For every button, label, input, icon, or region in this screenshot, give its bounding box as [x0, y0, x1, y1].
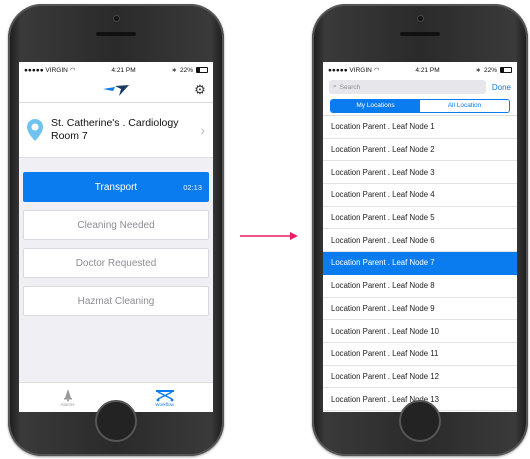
- battery-percent: 22%: [179, 66, 193, 74]
- list-item[interactable]: Location Parent . Leaf Node 11: [323, 343, 517, 366]
- list-item[interactable]: Location Parent . Leaf Node 5: [323, 207, 517, 230]
- phone-left: ●●●●● VIRGIN ◠ 4:21 PM ∗ 22% ⚙ St. Cathe…: [8, 4, 224, 456]
- location-pin-icon: [27, 119, 43, 141]
- location-list: Location Parent . Leaf Node 1 Location Pa…: [323, 116, 517, 411]
- battery-icon: [500, 67, 512, 73]
- wifi-icon: ◠: [69, 67, 76, 74]
- time-label: 4:21 PM: [111, 66, 136, 74]
- nav-bar: ⚙: [19, 78, 213, 102]
- battery-percent: 22%: [483, 66, 497, 74]
- segment-control-wrap: My Locations All Location: [323, 96, 517, 116]
- search-row: ⌕ Search Done: [323, 78, 517, 96]
- tab-label: Workflow: [155, 402, 174, 407]
- bluetooth-icon: ∗: [171, 67, 177, 74]
- list-item[interactable]: Location Parent . Leaf Node 9: [323, 298, 517, 321]
- phone-right: ●●●●● VIRGIN ◠ 4:21 PM ∗ 22% ⌕ Search Do…: [312, 4, 528, 456]
- transition-arrow-icon: [240, 232, 298, 240]
- time-label: 4:21 PM: [415, 66, 440, 74]
- settings-gear-icon[interactable]: ⚙: [193, 83, 207, 97]
- bluetooth-icon: ∗: [475, 67, 481, 74]
- task-label: Cleaning Needed: [77, 219, 155, 231]
- list-item[interactable]: Location Parent . Leaf Node 3: [323, 161, 517, 185]
- list-item[interactable]: Location Parent . Leaf Node 1: [323, 116, 517, 139]
- app-logo-icon: [103, 85, 129, 96]
- stretcher-icon: [155, 390, 174, 402]
- segment-my-locations[interactable]: My Locations: [331, 99, 420, 112]
- task-list: Transport 02:13 Cleaning Needed Doctor R…: [19, 158, 213, 316]
- status-bar: ●●●●● VIRGIN ◠ 4:21 PM ∗ 22%: [323, 62, 517, 78]
- list-item[interactable]: Location Parent . Leaf Node 2: [323, 139, 517, 162]
- camera: [112, 15, 120, 22]
- segment-control: My Locations All Location: [330, 98, 510, 113]
- home-button[interactable]: [399, 400, 441, 442]
- search-placeholder: Search: [339, 83, 361, 91]
- task-label: Hazmat Cleaning: [77, 295, 155, 307]
- status-bar: ●●●●● VIRGIN ◠ 4:21 PM ∗ 22%: [19, 62, 213, 78]
- location-card[interactable]: St. Catherine's . Cardiology Room 7 ›: [19, 102, 213, 158]
- task-hazmat-cleaning-button[interactable]: Hazmat Cleaning: [23, 286, 209, 316]
- speaker: [400, 32, 440, 36]
- segment-all-location[interactable]: All Location: [420, 99, 509, 112]
- chevron-right-icon: ›: [200, 122, 205, 138]
- task-cleaning-needed-button[interactable]: Cleaning Needed: [23, 210, 209, 240]
- tab-label: Alarms: [60, 402, 75, 407]
- home-button[interactable]: [95, 400, 137, 442]
- search-input[interactable]: ⌕ Search: [329, 80, 486, 94]
- task-transport-button[interactable]: Transport 02:13: [23, 172, 209, 202]
- battery-icon: [196, 67, 208, 73]
- speaker: [96, 32, 136, 36]
- list-item[interactable]: Location Parent . Leaf Node 7: [323, 252, 517, 275]
- carrier-label: ●●●●● VIRGIN: [328, 66, 372, 74]
- bell-icon: [63, 389, 72, 402]
- list-item[interactable]: Location Parent . Leaf Node 6: [323, 229, 517, 253]
- task-timer: 02:13: [183, 182, 202, 192]
- list-item[interactable]: Location Parent . Leaf Node 8: [323, 275, 517, 298]
- screen-left: ●●●●● VIRGIN ◠ 4:21 PM ∗ 22% ⚙ St. Cathe…: [19, 62, 213, 412]
- search-icon: ⌕: [333, 83, 337, 90]
- stage: ●●●●● VIRGIN ◠ 4:21 PM ∗ 22% ⚙ St. Cathe…: [0, 0, 530, 459]
- camera: [416, 15, 424, 22]
- task-doctor-requested-button[interactable]: Doctor Requested: [23, 248, 209, 278]
- wifi-icon: ◠: [373, 67, 380, 74]
- task-label: Doctor Requested: [75, 257, 157, 269]
- list-item[interactable]: Location Parent . Leaf Node 12: [323, 366, 517, 389]
- location-name: St. Catherine's . Cardiology Room 7: [51, 117, 179, 142]
- list-item[interactable]: Location Parent . Leaf Node 4: [323, 184, 517, 207]
- screen-right: ●●●●● VIRGIN ◠ 4:21 PM ∗ 22% ⌕ Search Do…: [323, 62, 517, 412]
- list-item[interactable]: Location Parent . Leaf Node 10: [323, 320, 517, 343]
- task-label: Transport: [94, 181, 138, 193]
- done-button[interactable]: Done: [492, 83, 511, 92]
- carrier-label: ●●●●● VIRGIN: [24, 66, 68, 74]
